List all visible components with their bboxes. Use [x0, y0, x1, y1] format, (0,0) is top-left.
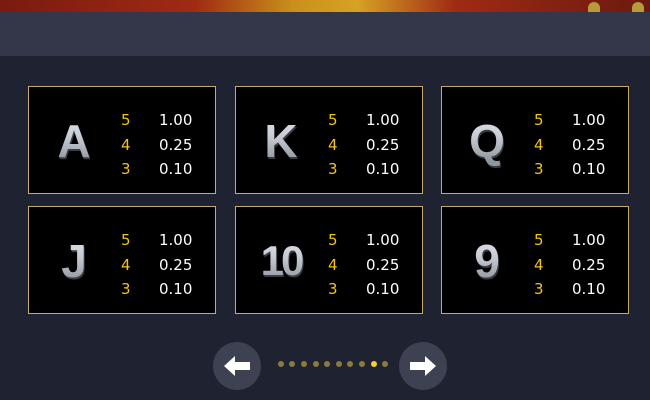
- pay-row: 5 1.00: [534, 228, 605, 253]
- pay-row: 5 1.00: [121, 108, 192, 133]
- pay-count: 4: [328, 135, 338, 154]
- pay-count: 4: [121, 255, 131, 274]
- page-dot[interactable]: [277, 361, 284, 367]
- prev-page-button[interactable]: [213, 342, 261, 390]
- pay-value: 0.25: [159, 135, 193, 154]
- pay-rows: 5 1.00 4 0.25 3 0.10: [534, 108, 605, 182]
- pay-row: 5 1.00: [328, 108, 399, 133]
- pay-rows: 5 1.00 4 0.25 3 0.10: [534, 228, 605, 302]
- pay-count: 3: [534, 160, 544, 179]
- pay-row: 4 0.25: [328, 133, 399, 158]
- pay-value: 0.10: [366, 160, 400, 179]
- next-page-button[interactable]: [399, 342, 447, 390]
- page-dot[interactable]: [347, 361, 354, 367]
- page-dot[interactable]: [324, 361, 331, 367]
- page-dot[interactable]: [300, 361, 307, 367]
- header-bar: [0, 12, 650, 56]
- pay-value: 0.25: [159, 255, 193, 274]
- page-dot[interactable]: [382, 361, 389, 367]
- paytable-card-9: 9 5 1.00 4 0.25 3 0.10: [441, 206, 629, 314]
- pay-rows: 5 1.00 4 0.25 3 0.10: [328, 228, 399, 302]
- paytable-card-k: K 5 1.00 4 0.25 3 0.10: [235, 86, 423, 194]
- pay-row: 3 0.10: [534, 157, 605, 182]
- pay-count: 3: [328, 160, 338, 179]
- page-dot[interactable]: [312, 361, 319, 367]
- paytable-grid: A 5 1.00 4 0.25 3 0.10 K 5 1.00 4 0.25 3 0.10 …: [28, 86, 632, 318]
- pay-rows: 5 1.00 4 0.25 3 0.10: [121, 108, 192, 182]
- pay-rows: 5 1.00 4 0.25 3 0.10: [328, 108, 399, 182]
- pay-count: 4: [534, 135, 544, 154]
- game-banner-strip: [0, 0, 650, 12]
- pay-value: 0.10: [366, 280, 400, 299]
- pay-row: 3 0.10: [534, 277, 605, 302]
- symbol-k: K: [236, 87, 326, 195]
- symbol-10: 10: [236, 207, 326, 315]
- pay-value: 1.00: [572, 111, 606, 130]
- coin-icon: [632, 2, 644, 12]
- pay-count: 5: [121, 231, 131, 250]
- pay-row: 5 1.00: [121, 228, 192, 253]
- pay-value: 0.25: [366, 135, 400, 154]
- pay-count: 5: [534, 231, 544, 250]
- pay-count: 3: [328, 280, 338, 299]
- pay-row: 4 0.25: [328, 253, 399, 278]
- pay-value: 1.00: [366, 111, 400, 130]
- page-dot[interactable]: [358, 361, 365, 367]
- pay-row: 3 0.10: [328, 157, 399, 182]
- pay-value: 0.25: [366, 255, 400, 274]
- pay-value: 1.00: [159, 111, 193, 130]
- pay-count: 4: [534, 255, 544, 274]
- pay-count: 5: [121, 111, 131, 130]
- paytable-card-q: Q 5 1.00 4 0.25 3 0.10: [441, 86, 629, 194]
- pay-value: 1.00: [366, 231, 400, 250]
- arrow-left-icon: [224, 356, 250, 376]
- pay-value: 1.00: [159, 231, 193, 250]
- page-dot[interactable]: [335, 361, 342, 367]
- pay-count: 5: [328, 231, 338, 250]
- pay-count: 3: [121, 160, 131, 179]
- pay-value: 0.10: [572, 280, 606, 299]
- paytable-card-j: J 5 1.00 4 0.25 3 0.10: [28, 206, 216, 314]
- pay-row: 4 0.25: [534, 133, 605, 158]
- pay-row: 4 0.25: [121, 133, 192, 158]
- page-indicator: [275, 360, 391, 368]
- arrow-right-icon: [410, 356, 436, 376]
- paytable-card-10: 10 5 1.00 4 0.25 3 0.10: [235, 206, 423, 314]
- paytable-card-a: A 5 1.00 4 0.25 3 0.10: [28, 86, 216, 194]
- pay-row: 5 1.00: [328, 228, 399, 253]
- symbol-a: A: [29, 87, 119, 195]
- pay-rows: 5 1.00 4 0.25 3 0.10: [121, 228, 192, 302]
- pay-value: 0.25: [572, 135, 606, 154]
- pay-count: 5: [534, 111, 544, 130]
- page-dot[interactable]: [289, 361, 296, 367]
- symbol-9: 9: [442, 207, 532, 315]
- pay-row: 3 0.10: [328, 277, 399, 302]
- pay-count: 4: [121, 135, 131, 154]
- pay-count: 3: [534, 280, 544, 299]
- coin-icon: [588, 2, 600, 12]
- pay-count: 5: [328, 111, 338, 130]
- pay-count: 4: [328, 255, 338, 274]
- pay-row: 4 0.25: [121, 253, 192, 278]
- pay-row: 3 0.10: [121, 277, 192, 302]
- pay-row: 5 1.00: [534, 108, 605, 133]
- pay-value: 0.10: [572, 160, 606, 179]
- pay-row: 3 0.10: [121, 157, 192, 182]
- pay-value: 0.10: [159, 160, 193, 179]
- pay-value: 1.00: [572, 231, 606, 250]
- page-dot-active[interactable]: [370, 361, 377, 367]
- symbol-q: Q: [442, 87, 532, 195]
- symbol-j: J: [29, 207, 119, 315]
- pay-value: 0.10: [159, 280, 193, 299]
- pay-value: 0.25: [572, 255, 606, 274]
- pay-count: 3: [121, 280, 131, 299]
- pay-row: 4 0.25: [534, 253, 605, 278]
